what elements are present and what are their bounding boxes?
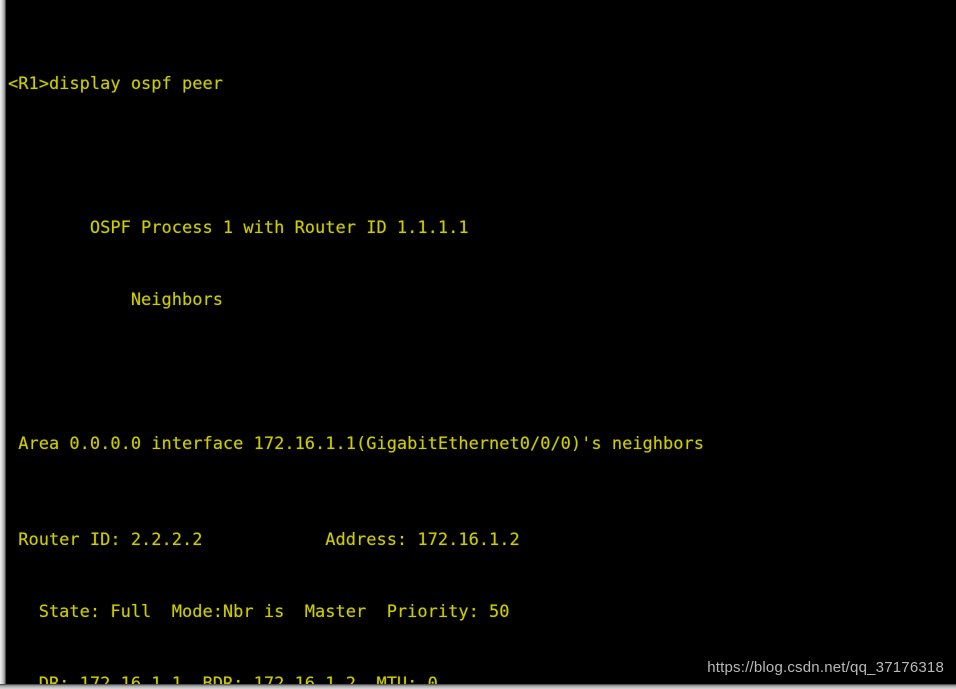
prompt-command-line: <R1>display ospf peer: [8, 74, 223, 94]
window-bottom-edge-strip: [0, 684, 956, 689]
watermark-url: https://blog.csdn.net/qq_37176318: [707, 659, 944, 676]
neighbors-section-label: Neighbors: [8, 290, 223, 310]
terminal-window[interactable]: <R1>display ospf peer OSPF Process 1 wit…: [0, 0, 956, 689]
ospf-process-header: OSPF Process 1 with Router ID 1.1.1.1: [8, 218, 469, 238]
neighbor-router-id-line: Router ID: 2.2.2.2 Address: 172.16.1.2: [8, 530, 520, 550]
window-left-edge-strip: [0, 0, 6, 689]
area-interface-line: Area 0.0.0.0 interface 172.16.1.1(Gigabi…: [8, 434, 704, 454]
neighbor-state-line: State: Full Mode:Nbr is Master Priority:…: [8, 602, 510, 622]
console-output[interactable]: <R1>display ospf peer OSPF Process 1 wit…: [8, 0, 956, 689]
